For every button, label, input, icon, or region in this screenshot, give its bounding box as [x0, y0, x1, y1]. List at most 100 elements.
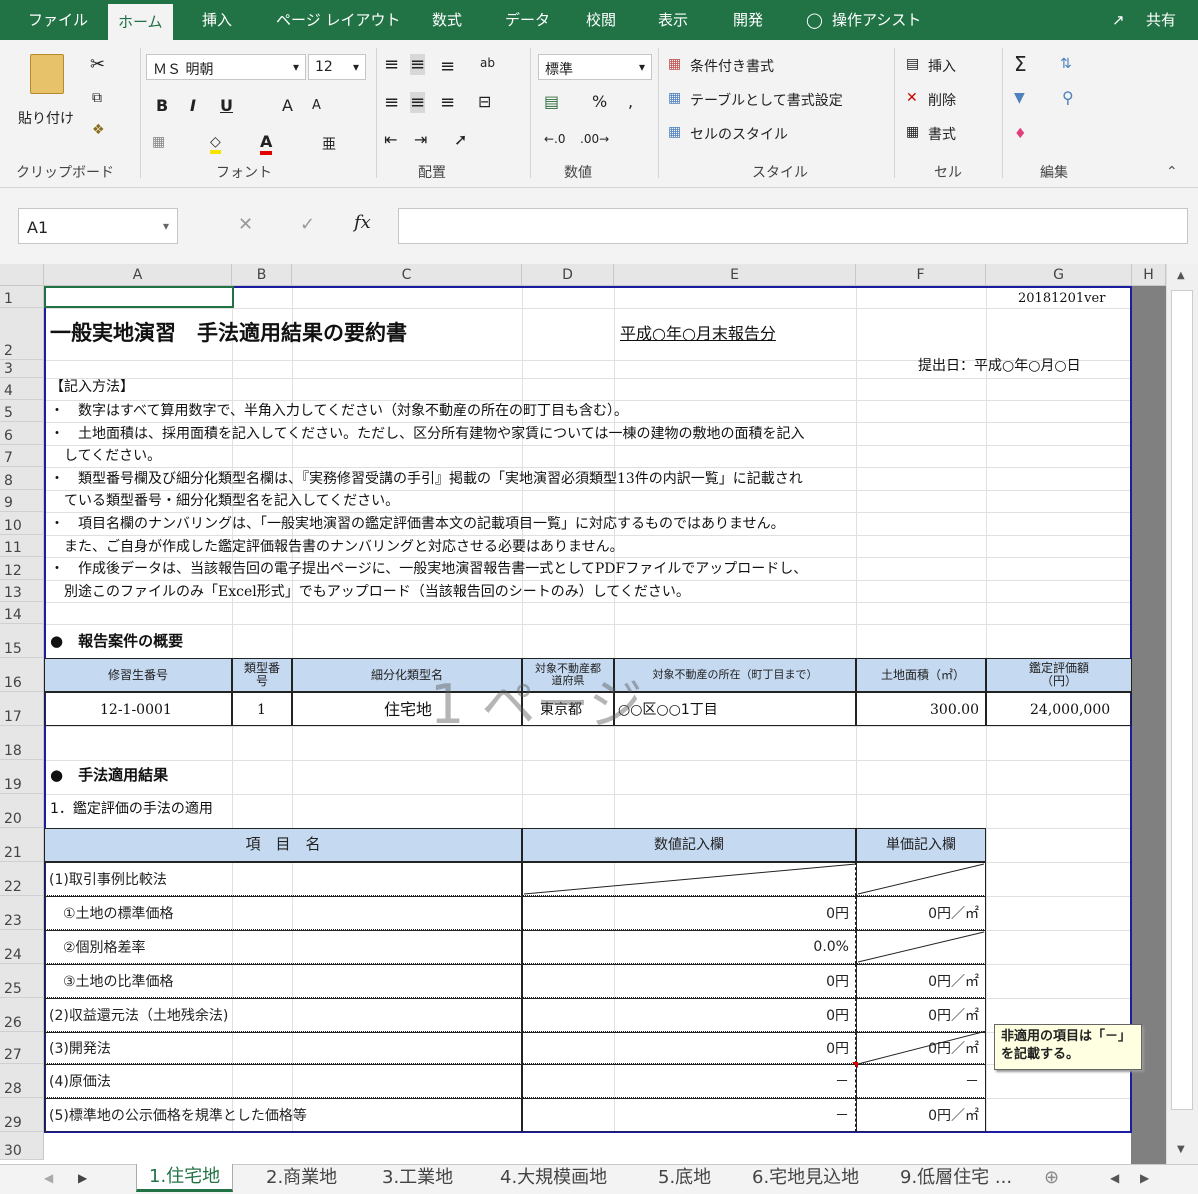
fill-color-icon[interactable]: ◇	[210, 134, 221, 154]
cell-comment[interactable]: 非適用の項目は「－」を記載する。	[994, 1024, 1142, 1070]
row-header[interactable]: 1	[0, 286, 44, 308]
row-header[interactable]: 6	[0, 422, 44, 445]
sheet-tab[interactable]: 3.工業地	[382, 1165, 453, 1193]
increase-decimal-icon[interactable]: ←.0	[544, 132, 566, 146]
row-header[interactable]: 3	[0, 360, 44, 378]
bold-button[interactable]: B	[156, 96, 168, 115]
sheet-tab[interactable]: 5.底地	[658, 1165, 711, 1193]
vertical-scrollbar[interactable]: ▲ ▼	[1166, 264, 1198, 1164]
enter-icon[interactable]: ✓	[300, 214, 315, 235]
insert-cells-button[interactable]: 挿入	[928, 56, 956, 76]
underline-button[interactable]: U	[220, 96, 233, 115]
row-header[interactable]: 8	[0, 467, 44, 490]
scroll-right-icon[interactable]: ▶	[78, 1165, 87, 1193]
collapse-ribbon-icon[interactable]: ⌃	[1166, 164, 1178, 180]
format-painter-icon[interactable]: ❖	[92, 122, 105, 138]
fill-icon[interactable]: ▼	[1014, 90, 1025, 106]
active-cell-a1[interactable]	[44, 286, 234, 308]
autosum-icon[interactable]: Σ	[1014, 52, 1027, 76]
row-header[interactable]: 18	[0, 726, 44, 760]
column-header-f[interactable]: F	[856, 264, 986, 286]
tab-view[interactable]: 表示	[658, 0, 688, 40]
row-header[interactable]: 20	[0, 794, 44, 828]
row-header[interactable]: 30	[0, 1132, 44, 1160]
grow-font-button[interactable]: A	[282, 96, 293, 115]
tab-page-layout[interactable]: ページ レイアウト	[276, 0, 400, 40]
sheet-tab[interactable]: 6.宅地見込地	[752, 1165, 859, 1193]
row-header[interactable]: 29	[0, 1098, 44, 1132]
row-header[interactable]: 2	[0, 308, 44, 360]
hscroll-right-icon[interactable]: ▶	[1140, 1165, 1149, 1193]
align-center-icon[interactable]: ≡	[410, 92, 426, 113]
scroll-up-icon[interactable]: ▲	[1177, 270, 1185, 281]
item-name-cell[interactable]: (5)標準地の公示価格を規準とした価格等	[44, 1098, 522, 1132]
row-header[interactable]: 17	[0, 692, 44, 726]
increase-indent-icon[interactable]: ⇥	[414, 130, 427, 149]
column-header-e[interactable]: E	[614, 264, 856, 286]
tab-insert[interactable]: 挿入	[202, 0, 232, 40]
row-header[interactable]: 12	[0, 557, 44, 580]
font-name-select[interactable]: ＭＳ 明朝 ▾	[146, 54, 306, 80]
align-bottom-icon[interactable]: ≡	[440, 56, 455, 77]
column-header-a[interactable]: A	[44, 264, 232, 286]
font-size-select[interactable]: 12 ▾	[308, 54, 366, 80]
cancel-icon[interactable]: ✕	[238, 214, 253, 235]
item-name-cell[interactable]: ①土地の標準価格	[44, 896, 522, 930]
row-header[interactable]: 9	[0, 490, 44, 512]
column-header-c[interactable]: C	[292, 264, 522, 286]
conditional-format-button[interactable]: 条件付き書式	[690, 56, 774, 76]
number-format-select[interactable]: 標準 ▾	[538, 54, 652, 80]
cut-icon[interactable]: ✂	[90, 54, 105, 75]
column-header-g[interactable]: G	[986, 264, 1132, 286]
row-header[interactable]: 19	[0, 760, 44, 794]
row-header[interactable]: 27	[0, 1032, 44, 1064]
column-header-d[interactable]: D	[522, 264, 614, 286]
item-unit-cell[interactable]: 0円／㎡	[856, 1098, 986, 1132]
sheet-tab[interactable]: 9.低層住宅 ...	[900, 1165, 1040, 1193]
scroll-left-icon[interactable]: ◀	[44, 1165, 53, 1193]
tab-home[interactable]: ホーム	[108, 4, 173, 40]
select-all-corner[interactable]	[0, 264, 44, 286]
formula-input[interactable]	[398, 208, 1188, 244]
add-sheet-icon[interactable]: ⊕	[1044, 1165, 1059, 1193]
wrap-text-icon[interactable]: ab	[480, 56, 495, 70]
row-header[interactable]: 21	[0, 828, 44, 862]
item-name-cell[interactable]: (2)収益還元法（土地残余法)	[44, 998, 522, 1032]
align-left-icon[interactable]: ≡	[384, 92, 399, 113]
insert-function-icon[interactable]: fx	[354, 212, 371, 233]
decrease-indent-icon[interactable]: ⇤	[384, 130, 397, 149]
item-name-cell[interactable]: (3)開発法	[44, 1032, 522, 1064]
sheet-tab-active[interactable]: 1.住宅地	[136, 1164, 234, 1192]
comma-button[interactable]: ,	[628, 92, 633, 111]
currency-icon[interactable]: ▤	[544, 92, 559, 111]
cell-style-button[interactable]: セルのスタイル	[690, 124, 788, 144]
tab-data[interactable]: データ	[505, 0, 550, 40]
scroll-thumb[interactable]	[1171, 290, 1193, 1110]
align-middle-icon[interactable]: ≡	[410, 54, 426, 75]
tab-formulas[interactable]: 数式	[432, 0, 462, 40]
row-header[interactable]: 11	[0, 535, 44, 557]
column-header-b[interactable]: B	[232, 264, 292, 286]
row-header[interactable]: 14	[0, 602, 44, 624]
percent-button[interactable]: %	[592, 92, 607, 111]
row-header[interactable]: 16	[0, 658, 44, 692]
row-header[interactable]: 7	[0, 445, 44, 467]
clear-icon[interactable]: ♦	[1014, 126, 1027, 142]
font-color-icon[interactable]: A	[260, 132, 273, 155]
row-header[interactable]: 5	[0, 400, 44, 422]
decrease-decimal-icon[interactable]: .00→	[580, 132, 609, 146]
item-name-cell[interactable]: (1)取引事例比較法	[44, 862, 522, 896]
tab-review[interactable]: 校閲	[586, 0, 616, 40]
border-icon[interactable]: ▦	[152, 134, 165, 150]
row-header[interactable]: 24	[0, 930, 44, 964]
row-header[interactable]: 4	[0, 378, 44, 400]
orientation-icon[interactable]: ➚	[454, 130, 467, 149]
shrink-font-button[interactable]: A	[312, 98, 321, 113]
italic-button[interactable]: I	[190, 96, 196, 115]
paste-icon[interactable]	[30, 54, 64, 94]
hscroll-left-icon[interactable]: ◀	[1110, 1165, 1119, 1193]
align-right-icon[interactable]: ≡	[440, 92, 455, 113]
sort-filter-icon[interactable]: ⇅	[1060, 56, 1072, 72]
tab-tell-me[interactable]: 操作アシスト	[832, 0, 921, 40]
merge-center-icon[interactable]: ⊟	[478, 92, 491, 111]
